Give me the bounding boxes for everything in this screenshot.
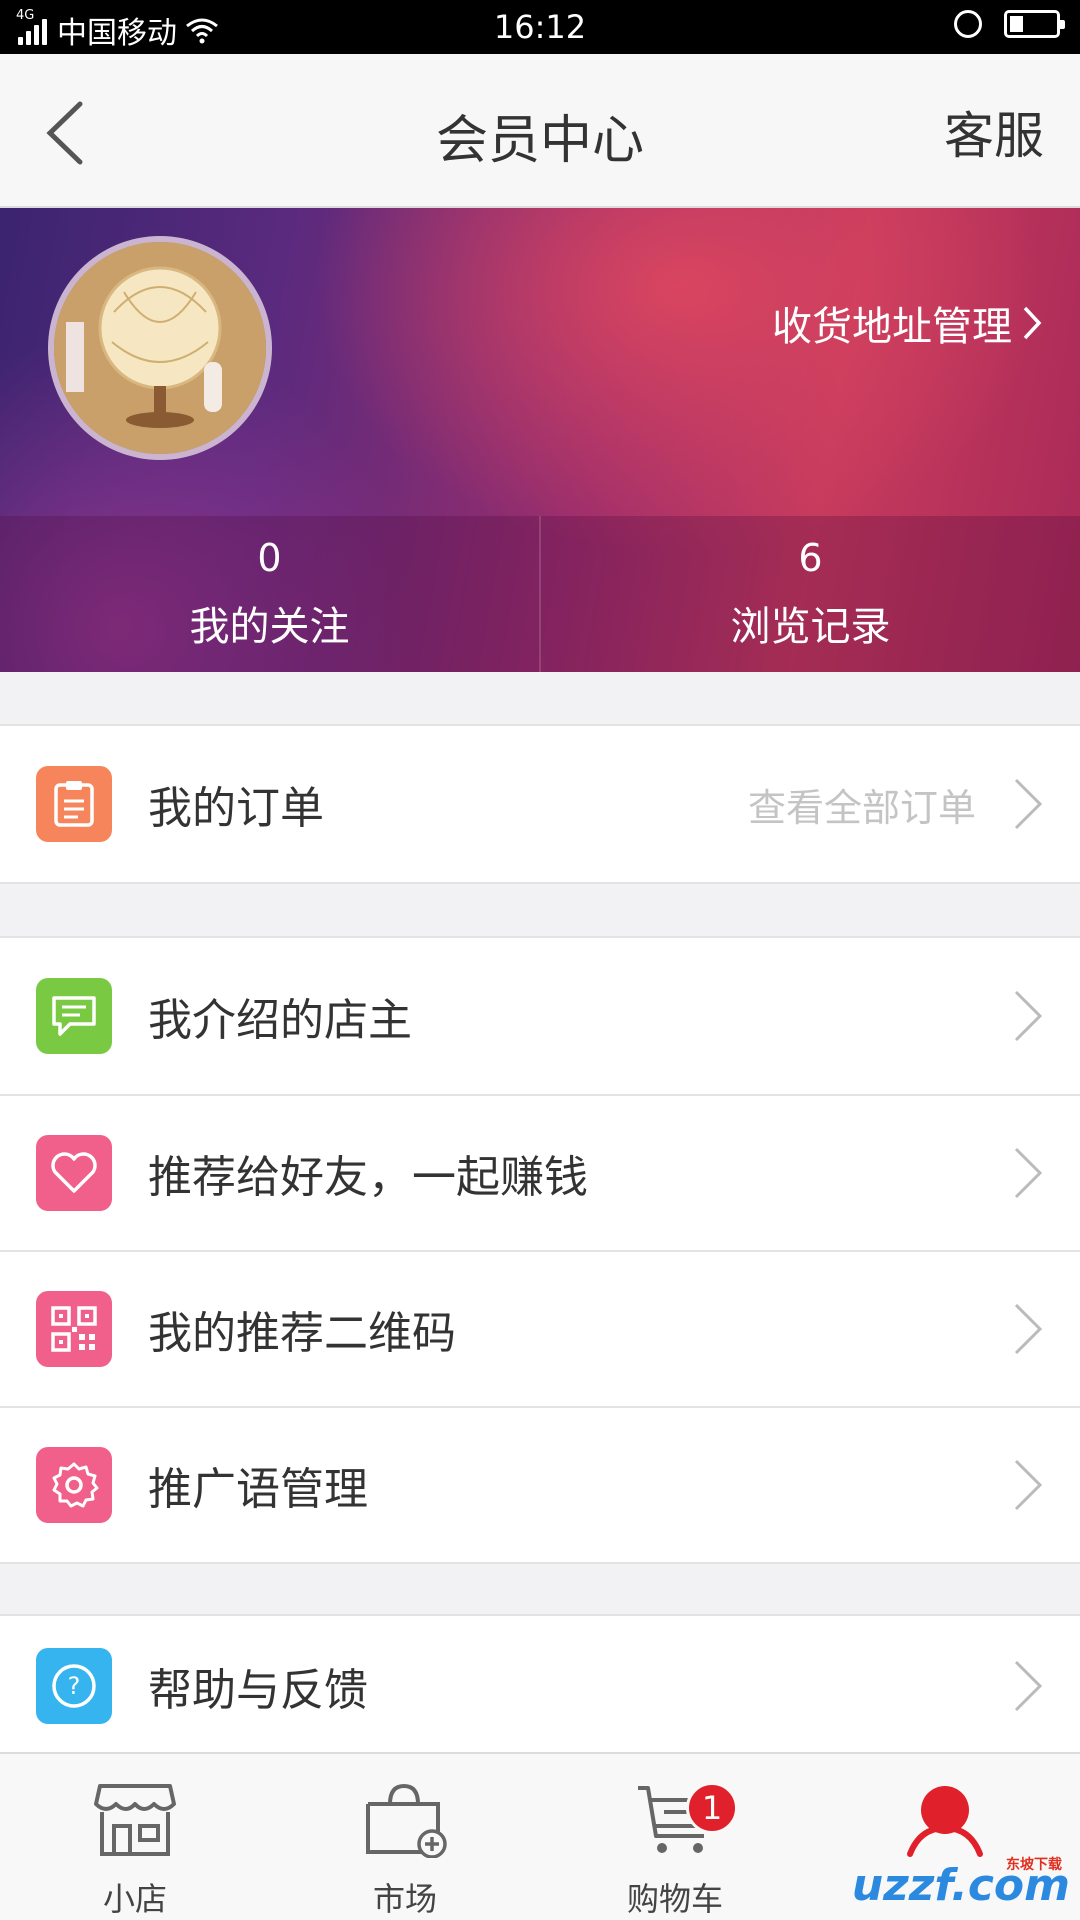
- customer-service-button[interactable]: 客服: [944, 96, 1044, 168]
- market-bag-icon: [366, 1783, 447, 1858]
- my-orders-row[interactable]: 我的订单 查看全部订单: [0, 726, 1080, 882]
- battery-icon: [1004, 10, 1065, 38]
- watermark-sub: 东坡下载: [1006, 1857, 1062, 1873]
- view-all-orders-hint: 查看全部订单: [747, 785, 976, 830]
- orders-section: 我的订单 查看全部订单: [0, 724, 1080, 884]
- avatar-image: [54, 242, 266, 454]
- profile-header: 收货地址管理 0 我的关注 6 浏览记录: [0, 208, 1080, 672]
- clock: 16:12: [493, 8, 587, 46]
- stat-history-count: 6: [798, 536, 823, 580]
- tab-shop[interactable]: 小店: [0, 1754, 270, 1920]
- menu-item-referral-qrcode[interactable]: 我的推荐二维码: [0, 1250, 1080, 1406]
- question-icon: ?: [36, 1648, 112, 1724]
- avatar[interactable]: [48, 236, 272, 460]
- address-label: 收货地址管理: [772, 304, 1012, 350]
- tab-market[interactable]: 市场: [270, 1754, 540, 1920]
- nav-bar: 会员中心 客服: [0, 54, 1080, 208]
- menu-item-label: 推荐给好友，一起赚钱: [148, 1152, 588, 1203]
- stat-following-count: 0: [257, 536, 282, 580]
- chevron-right-icon: [1023, 306, 1042, 340]
- alarm-icon: [954, 10, 982, 38]
- stat-history-label: 浏览记录: [730, 604, 891, 650]
- heart-icon: [36, 1135, 112, 1211]
- message-icon: [36, 978, 112, 1054]
- status-bar: 4G 中国移动 16:12: [0, 0, 1080, 54]
- site-watermark: uzzf.com 东坡下载: [852, 1857, 1070, 1911]
- shop-icon: [94, 1784, 176, 1856]
- profile-stats: 0 我的关注 6 浏览记录: [0, 516, 1080, 672]
- stat-history[interactable]: 6 浏览记录: [539, 516, 1080, 672]
- help-feedback-row[interactable]: ? 帮助与反馈: [0, 1616, 1080, 1756]
- menu-item-label: 我介绍的店主: [148, 995, 412, 1046]
- tab-label: 市场: [372, 1880, 437, 1918]
- promotion-menu: 我介绍的店主 推荐给好友，一起赚钱 我的推荐二维码 推广语管理: [0, 936, 1080, 1564]
- address-management-link[interactable]: 收货地址管理: [772, 294, 1042, 352]
- page-title: 会员中心: [435, 111, 644, 171]
- tab-label: 购物车: [626, 1880, 723, 1918]
- qrcode-icon: [36, 1291, 112, 1367]
- menu-item-refer-friends[interactable]: 推荐给好友，一起赚钱: [0, 1094, 1080, 1250]
- clipboard-icon: [36, 766, 112, 842]
- help-section: ? 帮助与反馈: [0, 1614, 1080, 1756]
- chevron-right-icon: [1014, 1147, 1043, 1199]
- tab-cart[interactable]: 1 购物车: [540, 1754, 810, 1920]
- chevron-right-icon: [1014, 1303, 1043, 1355]
- svg-text:?: ?: [68, 1672, 81, 1700]
- stat-following-label: 我的关注: [189, 604, 350, 650]
- chevron-right-icon: [1014, 1660, 1043, 1712]
- menu-item-label: 我的推荐二维码: [148, 1308, 456, 1359]
- menu-item-promo-text-management[interactable]: 推广语管理: [0, 1406, 1080, 1562]
- help-feedback-label: 帮助与反馈: [148, 1665, 368, 1716]
- my-orders-label: 我的订单: [148, 783, 324, 834]
- tab-label: 小店: [102, 1880, 167, 1918]
- menu-item-label: 推广语管理: [148, 1464, 368, 1515]
- chevron-right-icon: [1014, 990, 1043, 1042]
- chevron-right-icon: [1014, 1459, 1043, 1511]
- stat-following[interactable]: 0 我的关注: [0, 516, 539, 672]
- gear-icon: [36, 1447, 112, 1523]
- menu-item-introduced-shopkeepers[interactable]: 我介绍的店主: [0, 938, 1080, 1094]
- cart-badge: 1: [686, 1782, 738, 1834]
- user-icon: [907, 1786, 983, 1857]
- chevron-right-icon: [1014, 778, 1043, 830]
